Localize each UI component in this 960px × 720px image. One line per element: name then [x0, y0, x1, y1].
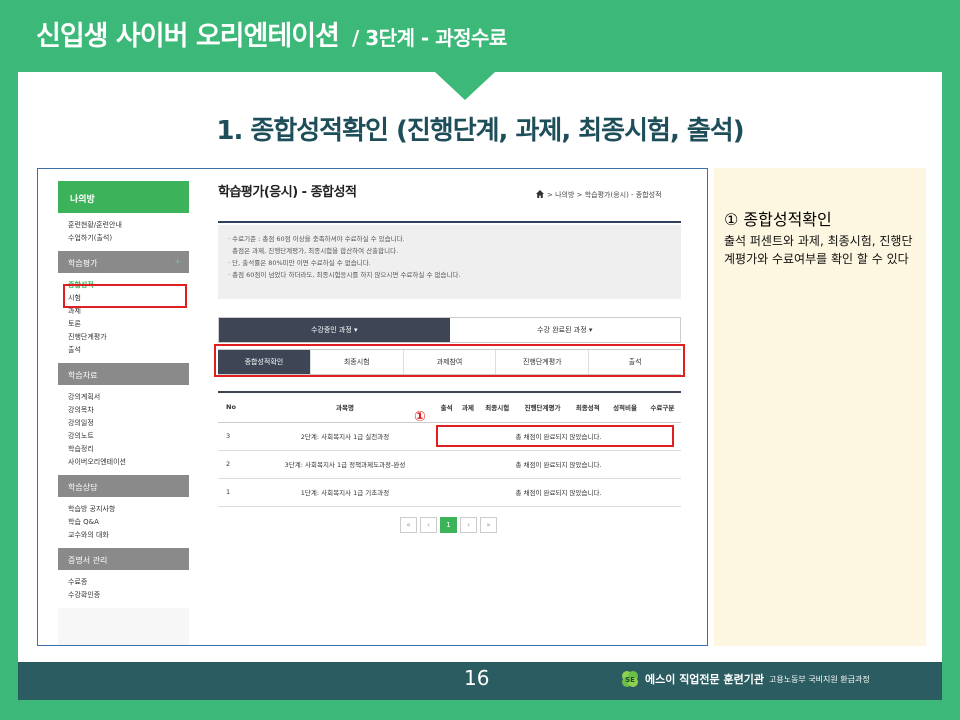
sidebar-item-discussion[interactable]: 토론 — [68, 318, 189, 331]
sidebar-item-summary[interactable]: 학습정리 — [68, 443, 189, 456]
notice-line: 총점은 과제, 진행단계평가, 최종시험을 합산하여 산출합니다. — [228, 247, 399, 255]
footer-brand: SE 에스이 직업전문 훈련기관 고용노동부 국비지원 환급과정 — [620, 669, 870, 689]
sidebar-item-enrollment-cert[interactable]: 수강확인증 — [68, 589, 189, 602]
highlight-sidebar-overall-grade — [63, 284, 187, 308]
sidebar-group-certificates[interactable]: 증명서 관리 — [58, 548, 189, 570]
sidebar-item-notices[interactable]: 학습방 공지사항 — [68, 503, 189, 516]
slide-title: 신입생 사이버 오리엔테이션 / 3단계 - 과정수료 — [36, 14, 507, 53]
explanation-panel: ① 종합성적확인 출석 퍼센트와 과제, 최종시험, 진행단계평가와 수료여부를… — [714, 168, 926, 646]
table-row: 2 3단계: 사회복지사 1급 정책과제도과정-완성 총 채점이 완료되지 않았… — [218, 450, 681, 479]
row-no: 1 — [218, 478, 254, 507]
last-page-button[interactable]: » — [480, 517, 497, 533]
sidebar-item-training-status[interactable]: 훈련현황/훈련안내 — [68, 219, 189, 232]
col-progress-eval: 진행단계평가 — [515, 391, 570, 423]
col-completion: 수료구분 — [643, 391, 681, 423]
brand-tag: 고용노동부 국비지원 환급과정 — [768, 674, 870, 684]
sidebar-item-contents[interactable]: 강의목차 — [68, 404, 189, 417]
col-attendance: 출석 — [436, 391, 458, 423]
sidebar-group-label: 학습상담 — [68, 483, 98, 492]
first-page-button[interactable]: « — [400, 517, 417, 533]
sidebar-top-items: 훈련현황/훈련안내 수업하기(출석) — [58, 213, 189, 251]
callout-marker-1: ① — [414, 409, 426, 425]
sidebar-item-attend-class[interactable]: 수업하기(출석) — [68, 232, 189, 245]
row-no: 2 — [218, 450, 254, 479]
notice-line: · 총점 60점이 넘었다 하더라도, 최종시험응시를 하지 않으시면 수료하실… — [228, 271, 461, 279]
col-no: No — [218, 391, 254, 423]
sidebar-item-schedule[interactable]: 강의일정 — [68, 417, 189, 430]
sidebar-item-completion-cert[interactable]: 수료증 — [68, 576, 189, 589]
course-tabs: 수강중인 과정 ▾ 수강 완료된 과정 ▾ — [218, 317, 681, 343]
table-row: 1 1단계: 사회복지사 1급 기초과정 총 채점이 완료되지 않았습니다. — [218, 478, 681, 507]
row-status: 총 채점이 완료되지 않았습니다. — [436, 450, 681, 479]
row-course[interactable]: 2단계: 사회복지사 1급 실천과정 — [254, 422, 436, 451]
svg-text:SE: SE — [625, 676, 635, 684]
sidebar-item-progress-eval[interactable]: 진행단계평가 — [68, 331, 189, 344]
slide-title-main: 신입생 사이버 오리엔테이션 — [36, 21, 340, 52]
sidebar-group-counseling[interactable]: 학습상담 — [58, 475, 189, 497]
page-number: 16 — [464, 666, 490, 690]
notice-box: · 수료기준 : 총점 60점 이상을 충족하셔야 수료하실 수 있습니다. 총… — [218, 225, 681, 299]
slide-title-sub: / 3단계 - 과정수료 — [351, 26, 507, 50]
sidebar-header: 나의방 — [58, 181, 189, 213]
sidebar-item-attendance[interactable]: 출석 — [68, 344, 189, 357]
sidebar-group-items: 강의계획서 강의목차 강의일정 강의노트 학습정리 사이버오리엔테이션 — [58, 385, 189, 475]
notice-line: · 단, 출석률은 80%미만 이면 수료하실 수 없습니다. — [228, 259, 371, 267]
row-no: 3 — [218, 422, 254, 451]
col-final-exam: 최종시험 — [478, 391, 516, 423]
home-icon[interactable] — [536, 190, 544, 198]
brand-name: 에스이 직업전문 훈련기관 — [645, 673, 764, 686]
sidebar-group-label: 학습평가 — [68, 259, 98, 268]
section-heading: 1. 종합성적확인 (진행단계, 과제, 최종시험, 출석) — [216, 116, 744, 146]
tab-current-courses[interactable]: 수강중인 과정 ▾ — [219, 318, 450, 342]
col-assignment: 과제 — [457, 391, 479, 423]
row-course[interactable]: 3단계: 사회복지사 1급 정책과제도과정-완성 — [254, 450, 436, 479]
col-final-grade: 최종성적 — [569, 391, 607, 423]
page-title: 학습평가(응시) - 종합성적 — [218, 185, 357, 200]
sidebar-item-notes[interactable]: 강의노트 — [68, 430, 189, 443]
title-divider — [218, 221, 681, 223]
col-course: 과목명 — [254, 391, 436, 423]
sidebar-group-items: 수료증 수강확인증 — [58, 570, 189, 608]
explanation-body: 출석 퍼센트와 과제, 최종시험, 진행단계평가와 수료여부를 확인 할 수 있… — [724, 234, 913, 266]
highlight-status-row — [436, 425, 674, 447]
sidebar-item-qna[interactable]: 학습 Q&A — [68, 516, 189, 529]
sidebar-item-orientation[interactable]: 사이버오리엔테이션 — [68, 456, 189, 469]
plus-icon: + — [174, 257, 181, 266]
sidebar-group-evaluation[interactable]: 학습평가 + — [58, 251, 189, 273]
highlight-sub-tabs — [214, 344, 685, 377]
table-header-row: No 과목명 출석 과제 최종시험 진행단계평가 최종성적 성적비율 수료구분 — [218, 391, 681, 423]
page-button-current[interactable]: 1 — [440, 517, 457, 533]
embedded-screenshot: 나의방 훈련현황/훈련안내 수업하기(출석) 학습평가 + 종합성적 시험 과제… — [37, 168, 708, 646]
sidebar-group-items: 학습방 공지사항 학습 Q&A 교수와의 대화 — [58, 497, 189, 548]
breadcrumb: > 나의방 > 학습평가(응시) - 종합성적 — [536, 190, 662, 200]
col-grade-ratio: 성적비율 — [606, 391, 644, 423]
grades-table: No 과목명 출석 과제 최종시험 진행단계평가 최종성적 성적비율 수료구분 … — [218, 391, 681, 507]
sidebar-group-label: 증명서 관리 — [68, 556, 108, 565]
explanation-heading: ① 종합성적확인 — [724, 210, 832, 229]
sidebar: 나의방 훈련현황/훈련안내 수업하기(출석) 학습평가 + 종합성적 시험 과제… — [58, 181, 189, 645]
row-course[interactable]: 1단계: 사회복지사 1급 기초과정 — [254, 478, 436, 507]
sidebar-item-syllabus[interactable]: 강의계획서 — [68, 391, 189, 404]
prev-page-button[interactable]: ‹ — [420, 517, 437, 533]
sidebar-group-label: 학습자료 — [68, 371, 98, 380]
tab-completed-courses[interactable]: 수강 완료된 과정 ▾ — [450, 318, 681, 342]
pagination: « ‹ 1 › » — [400, 517, 497, 533]
sidebar-group-materials[interactable]: 학습자료 — [58, 363, 189, 385]
clover-logo-icon: SE — [622, 671, 638, 687]
breadcrumb-text: > 나의방 > 학습평가(응시) - 종합성적 — [547, 191, 662, 199]
notice-line: · 수료기준 : 총점 60점 이상을 충족하셔야 수료하실 수 있습니다. — [228, 235, 405, 243]
panel-notch — [435, 72, 495, 100]
next-page-button[interactable]: › — [460, 517, 477, 533]
row-status: 총 채점이 완료되지 않았습니다. — [436, 478, 681, 507]
sidebar-item-professor-chat[interactable]: 교수와의 대화 — [68, 529, 189, 542]
